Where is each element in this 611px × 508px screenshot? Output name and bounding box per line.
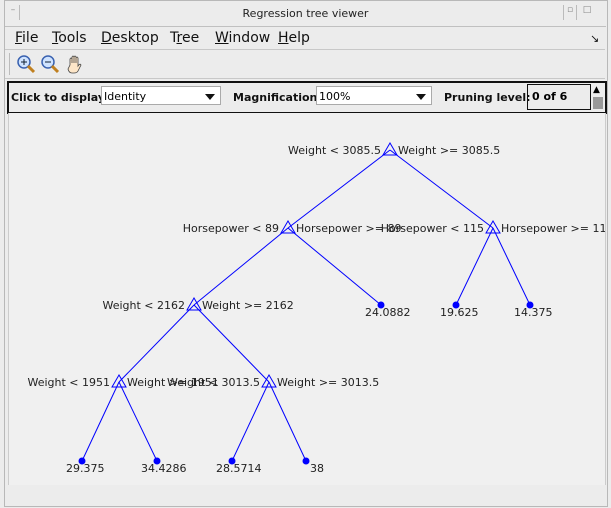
leaf-value-label: 34.4286: [141, 462, 187, 475]
branch-line: [193, 227, 289, 306]
magnification-value: 100%: [319, 90, 351, 103]
branch-line: [455, 227, 494, 306]
zoom-out-icon[interactable]: [40, 54, 60, 74]
leaf-value-label: 29.375: [66, 462, 105, 475]
leaf-value-label: 19.625: [440, 306, 479, 319]
split-right-label: Weight >= 3085.5: [398, 144, 500, 157]
display-select[interactable]: Identity: [101, 86, 221, 105]
minimize-button[interactable]: ▫: [563, 5, 576, 20]
magnification-label: Magnification:: [233, 91, 322, 104]
dock-arrow-icon[interactable]: ↘: [590, 32, 599, 45]
leaf-value-label: 38: [310, 462, 324, 475]
control-panel: Click to display: Identity Magnification…: [7, 81, 607, 114]
menu-bar: File Tools Desktop Tree Window Help ↘: [5, 27, 605, 50]
zoom-in-icon[interactable]: [16, 54, 36, 74]
leaf-value-label: 28.5714: [216, 462, 262, 475]
split-left-label: Weight < 1951: [27, 376, 110, 389]
title-bar: – Regression tree viewer ▫ □: [5, 2, 606, 27]
pan-hand-icon[interactable]: [65, 54, 85, 74]
toolbar: [5, 50, 605, 79]
pruning-label: Pruning level:: [444, 91, 531, 104]
branch-line: [389, 149, 494, 229]
leaf-value-label: 24.0882: [365, 306, 411, 319]
menu-tools[interactable]: Tools: [52, 30, 87, 46]
display-label: Click to display:: [11, 91, 110, 104]
menu-help[interactable]: Help: [278, 30, 310, 46]
branch-line: [193, 304, 270, 383]
pruning-down-button[interactable]: [593, 97, 603, 109]
display-value: Identity: [104, 90, 147, 103]
toolbar-divider: [9, 53, 10, 75]
split-right-label: Weight >= 3013.5: [277, 376, 379, 389]
split-left-label: Weight < 3085.5: [288, 144, 381, 157]
split-left-label: Horsepower < 89: [183, 222, 279, 235]
magnification-select[interactable]: 100%: [316, 86, 432, 105]
branch-line: [118, 381, 158, 462]
split-node-triangle[interactable]: [186, 297, 202, 311]
window-title: Regression tree viewer: [242, 7, 369, 20]
split-right-label: Horsepower >= 115: [501, 222, 605, 235]
tree-canvas[interactable]: Weight < 3085.5 Weight >= 3085.5 Horsepowe…: [8, 113, 611, 485]
pruning-up-button[interactable]: ▲: [593, 84, 603, 96]
leaf-value-label: 14.375: [514, 306, 553, 319]
branch-line: [81, 381, 120, 462]
leaf-node[interactable]: [302, 457, 310, 465]
menu-desktop[interactable]: Desktop: [101, 30, 159, 46]
split-node-triangle[interactable]: [280, 220, 296, 234]
chevron-down-icon: [205, 94, 215, 100]
branch-line: [287, 227, 382, 306]
branch-line: [287, 149, 391, 229]
split-right-label: Weight >= 2162: [202, 299, 294, 312]
pruning-level-field[interactable]: 0 of 6: [527, 84, 591, 110]
branch-line: [231, 381, 270, 462]
branch-line: [118, 304, 195, 383]
split-node-triangle[interactable]: [485, 220, 501, 234]
menu-tree[interactable]: Tree: [170, 30, 199, 46]
split-left-label: Horsepower < 115: [381, 222, 484, 235]
split-left-label: Weight < 3013.5: [167, 376, 260, 389]
branch-line: [268, 381, 307, 462]
maximize-button[interactable]: □: [576, 5, 597, 20]
branch-line: [492, 227, 531, 306]
menu-window[interactable]: Window: [215, 30, 270, 46]
chevron-down-icon: [416, 94, 426, 100]
tree-diagram: Weight < 3085.5 Weight >= 3085.5 Horsepowe…: [27, 142, 611, 475]
menu-file[interactable]: File: [15, 30, 38, 46]
split-left-label: Weight < 2162: [102, 299, 185, 312]
